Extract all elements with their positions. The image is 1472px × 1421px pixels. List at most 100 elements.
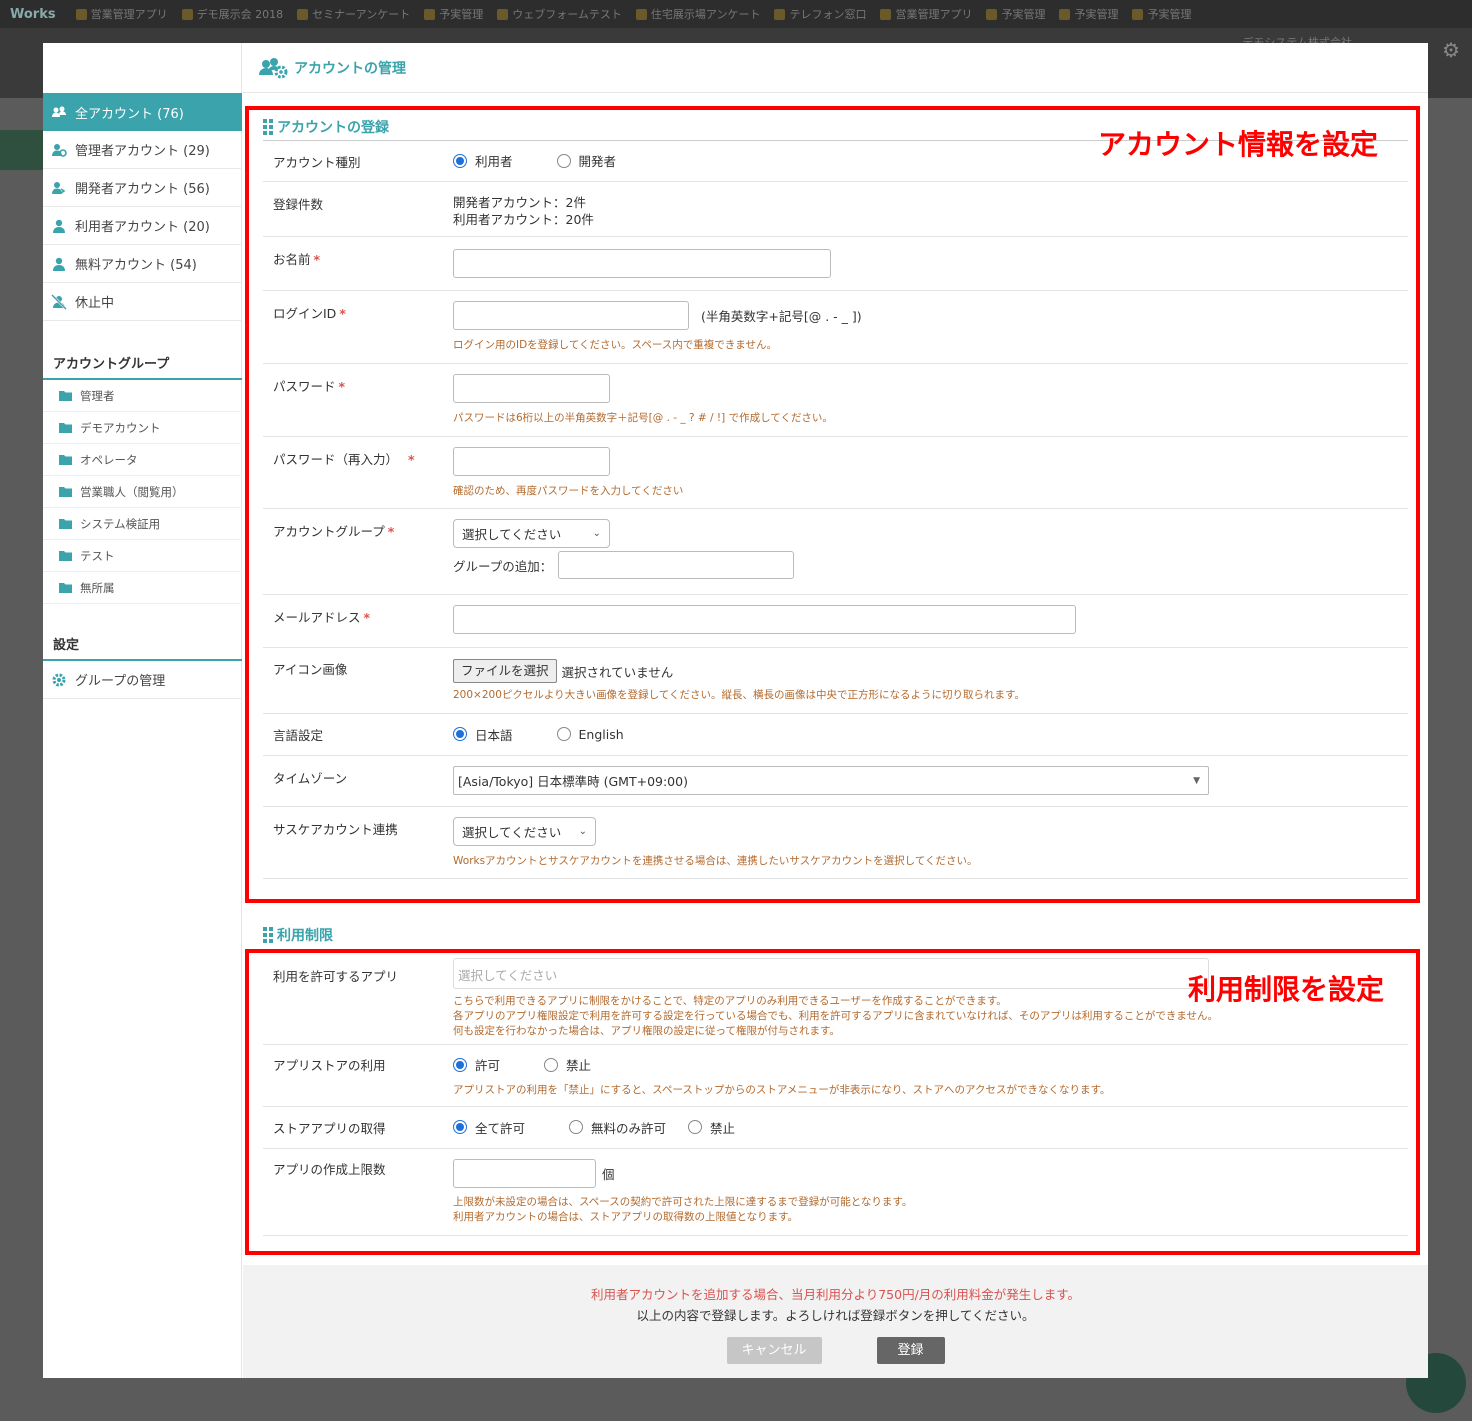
app-limit-input[interactable] — [453, 1159, 596, 1188]
timezone-select[interactable]: [Asia/Tokyo] 日本標準時 (GMT+09:00) ▼ — [453, 766, 1209, 795]
radio-app-store-allow[interactable]: 許可 — [453, 1055, 500, 1074]
modal-title: アカウントの管理 — [243, 43, 1428, 93]
folder-icon — [59, 391, 72, 401]
radio-language-japanese[interactable]: 日本語 — [453, 725, 513, 744]
app-icon — [181, 8, 193, 20]
radio-indicator[interactable] — [556, 727, 571, 742]
app-store-row: アプリストアの利用 許可 禁止 アプリストアの利用を「禁止」にすると、スペースト… — [263, 1045, 1408, 1107]
app-limit-hint-2: 利用者アカウントの場合は、ストアアプリの取得数の上限値となります。 — [453, 1211, 799, 1223]
app-icon — [880, 8, 892, 20]
admin-users-icon — [52, 143, 67, 157]
sidebar-item-2[interactable]: 開発者アカウント (56) — [43, 169, 242, 207]
background-tab-label: デモ展示会 2018 — [196, 8, 284, 21]
allowed-apps-input[interactable]: 選択してください — [453, 958, 1209, 989]
background-tab-label: 営業管理アプリ — [90, 8, 168, 21]
background-tab: 予実管理 — [986, 6, 1045, 22]
store-get-label: ストアアプリの取得 — [273, 1121, 386, 1136]
sidebar: 全アカウント (76) 管理者アカウント (29) 開発者アカウント (56) 利用者… — [43, 43, 242, 1378]
radio-indicator[interactable] — [556, 153, 571, 168]
annotation-label-account-info: アカウント情報を設定 — [1098, 128, 1379, 161]
saske-select[interactable]: 選択してください ⌄ — [453, 817, 596, 846]
group-item-label: システム検証用 — [80, 516, 161, 531]
cancel-button[interactable]: キャンセル — [726, 1337, 822, 1364]
password-input[interactable] — [453, 374, 610, 403]
folder-icon — [59, 519, 72, 529]
group-item-label: デモアカウント — [80, 420, 161, 435]
folder-icon — [59, 583, 72, 593]
group-item-label: 管理者 — [80, 388, 115, 403]
password-confirm-hint: 確認のため、再度パスワードを入力してください — [453, 485, 684, 497]
group-item-label: オペレータ — [80, 452, 138, 467]
name-label: お名前 * — [273, 252, 321, 267]
account-group-select[interactable]: 選択してください ⌄ — [453, 519, 610, 548]
password-label: パスワード * — [273, 379, 346, 394]
email-input[interactable] — [453, 605, 1076, 634]
app-limit-label: アプリの作成上限数 — [273, 1162, 386, 1177]
radio-label: 無料のみ許可 — [591, 1120, 667, 1136]
group-item-label: テスト — [80, 548, 115, 563]
radio-store-get-deny[interactable]: 禁止 — [688, 1118, 735, 1137]
allowed-apps-placeholder: 選択してください — [458, 968, 558, 983]
app-limit-row: アプリの作成上限数 個 上限数が未設定の場合は、スペースの契約で許可された上限に… — [263, 1149, 1408, 1236]
radio-indicator[interactable] — [544, 1057, 558, 1072]
timezone-row: タイムゾーン [Asia/Tokyo] 日本標準時 (GMT+09:00) ▼ — [263, 756, 1408, 807]
background-tab: 予実管理 — [1059, 6, 1118, 22]
icon-image-label: アイコン画像 — [273, 662, 348, 677]
group-item-label: 営業職人（閲覧用） — [80, 484, 184, 499]
background-tab: 営業管理アプリ — [880, 6, 972, 22]
radio-indicator[interactable] — [453, 153, 467, 168]
register-section: アカウントの登録 アカウント種別 利用者 開発者 登録件数 開発者アカウント：2… — [243, 113, 1428, 879]
group-item[interactable]: 管理者 — [43, 380, 242, 412]
background-tab-label: 予実管理 — [1074, 8, 1119, 21]
radio-account-type-user[interactable]: 利用者 — [453, 151, 513, 170]
radio-indicator[interactable] — [688, 1120, 702, 1135]
radio-app-store-deny[interactable]: 禁止 — [544, 1055, 591, 1074]
login-id-format-note: (半角英数字+記号[@ . - _ ]) — [701, 309, 862, 324]
sidebar-item-3[interactable]: 利用者アカウント (20) — [43, 207, 242, 245]
radio-language-english[interactable]: English — [556, 727, 624, 742]
group-item[interactable]: 無所属 — [43, 572, 242, 604]
radio-store-get-free[interactable]: 無料のみ許可 — [569, 1118, 666, 1137]
file-select-button[interactable]: ファイルを選択 — [453, 659, 557, 683]
background-tab: 予実管理 — [1132, 6, 1191, 22]
folder-icon — [59, 487, 72, 497]
chevron-down-icon: ⌄ — [592, 528, 601, 539]
radio-indicator[interactable] — [453, 1057, 467, 1072]
group-add-input[interactable] — [558, 551, 795, 579]
app-icon — [1132, 8, 1144, 20]
app-icon — [424, 8, 436, 20]
allowed-apps-hint-2: 各アプリのアプリ権限設定で利用を許可する設定を行っている場合でも、利用を許可する… — [453, 1010, 1219, 1022]
sidebar-item-0[interactable]: 全アカウント (76) — [43, 93, 242, 131]
app-limit-unit: 個 — [602, 1167, 615, 1182]
radio-indicator[interactable] — [569, 1120, 583, 1135]
icon-image-hint: 200×200ピクセルより大きい画像を登録してください。縦長、横長の画像は中央で… — [453, 689, 1025, 701]
app-icon — [497, 8, 509, 20]
group-item[interactable]: システム検証用 — [43, 508, 242, 540]
radio-indicator[interactable] — [453, 1120, 467, 1135]
icon-image-row: アイコン画像 ファイルを選択 選択されていません 200×200ピクセルより大き… — [263, 648, 1408, 714]
radio-account-type-developer[interactable]: 開発者 — [556, 151, 616, 170]
login-id-input[interactable] — [453, 301, 689, 330]
radio-store-get-all[interactable]: 全て許可 — [453, 1118, 525, 1137]
group-item[interactable]: テスト — [43, 540, 242, 572]
account-group-heading: アカウントグループ — [43, 333, 242, 380]
saske-label: サスケアカウント連携 — [273, 822, 398, 837]
group-item[interactable]: デモアカウント — [43, 412, 242, 444]
limits-title-text: 利用制限 — [277, 928, 333, 944]
group-item[interactable]: 営業職人（閲覧用） — [43, 476, 242, 508]
sidebar-item-group-management[interactable]: グループの管理 — [43, 661, 242, 699]
group-item[interactable]: オペレータ — [43, 444, 242, 476]
sidebar-item-1[interactable]: 管理者アカウント (29) — [43, 131, 242, 169]
submit-button[interactable]: 登録 — [876, 1337, 945, 1364]
password-confirm-input[interactable] — [453, 447, 610, 476]
sidebar-item-4[interactable]: 無料アカウント (54) — [43, 245, 242, 283]
folder-icon — [59, 423, 72, 433]
sidebar-item-5[interactable]: 休止中 — [43, 283, 242, 321]
name-input[interactable] — [453, 249, 831, 278]
password-confirm-label: パスワード（再入力） * — [273, 452, 415, 467]
password-row: パスワード * パスワードは6桁以上の半角英数字＋記号[@ . - _ ? # /… — [263, 364, 1408, 437]
main-content: アカウントの管理 アカウントの登録 アカウント種別 利用者 開発者 登録件数 開… — [243, 43, 1428, 1378]
radio-label: 禁止 — [710, 1120, 736, 1136]
modal-footer: 利用者アカウントを追加する場合、当月利用分より750円/月の利用料金が発生します… — [243, 1265, 1428, 1378]
radio-indicator[interactable] — [453, 727, 467, 742]
